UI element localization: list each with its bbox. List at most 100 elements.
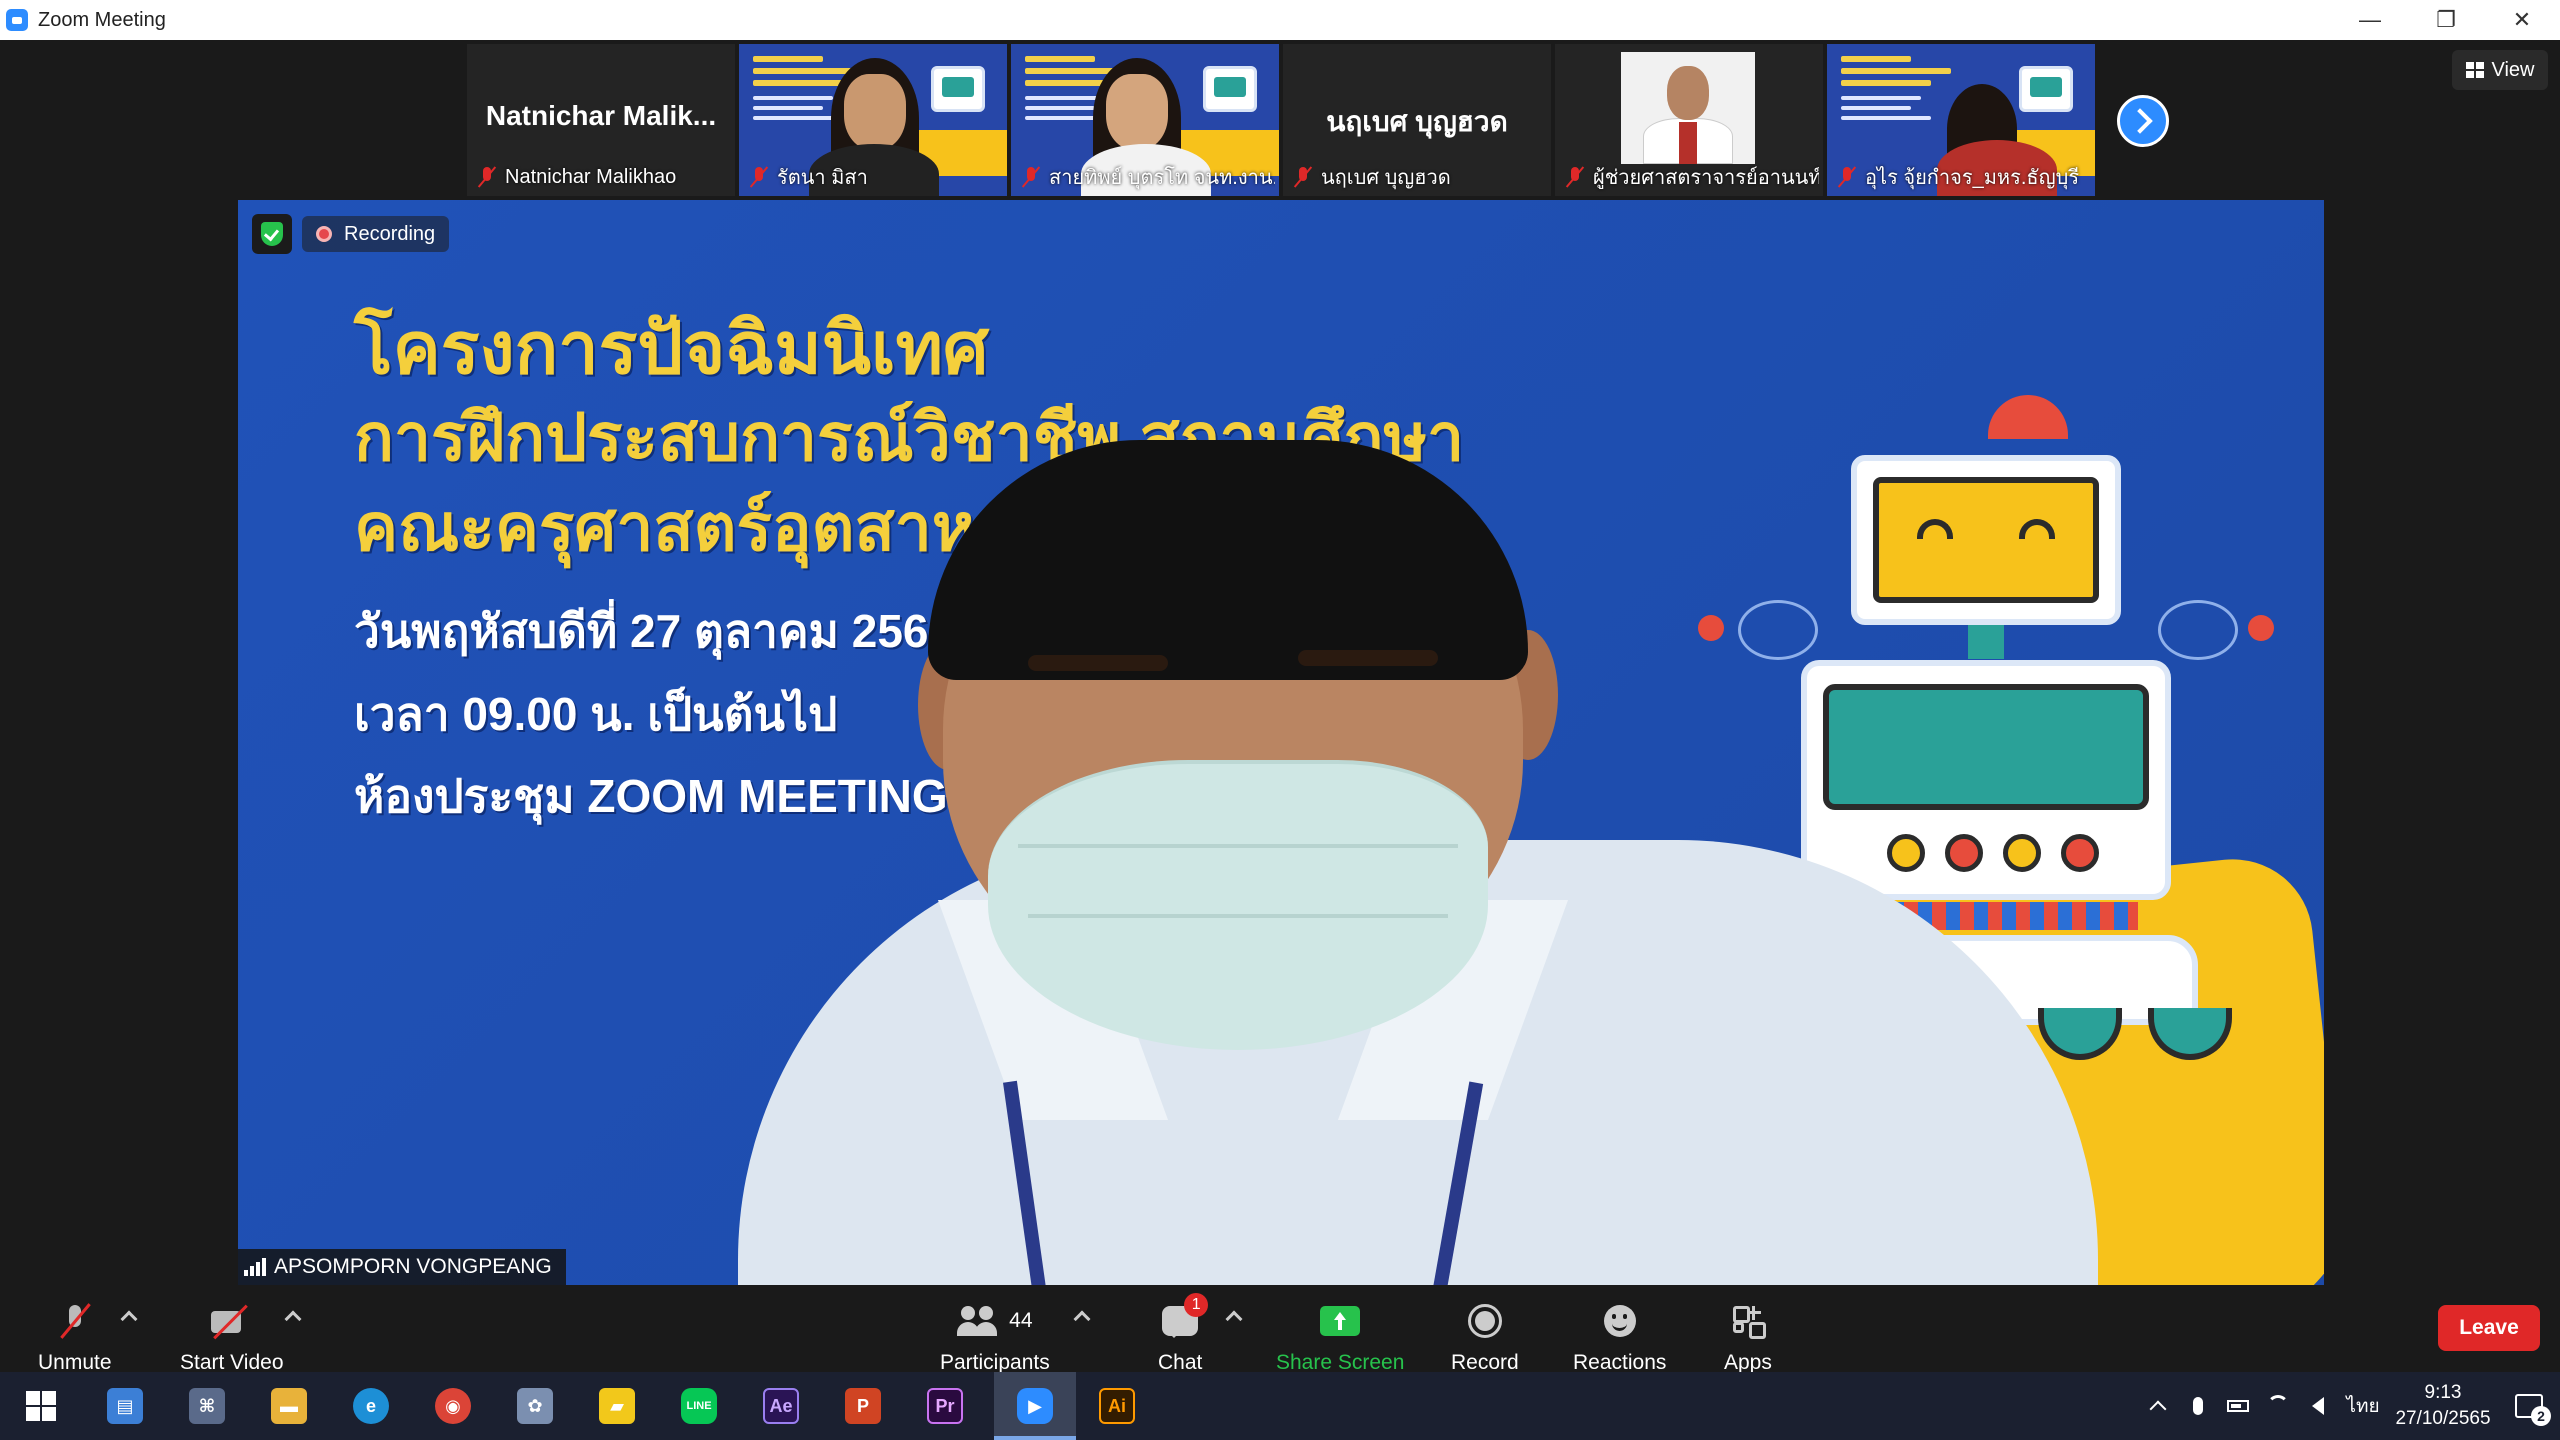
chevron-up-icon	[2149, 1400, 2167, 1418]
taskbar-app-7[interactable]: ✿	[494, 1372, 576, 1440]
chat-button[interactable]: 1 Chat	[1158, 1293, 1209, 1375]
apps-icon	[1732, 1306, 1766, 1339]
next-page-button[interactable]	[2117, 95, 2169, 147]
record-icon	[1467, 1304, 1502, 1338]
taskbar-clock[interactable]: 9:13 27/10/2565	[2388, 1380, 2498, 1432]
taskbar-app-edge[interactable]: e	[330, 1372, 412, 1440]
leave-button[interactable]: Leave	[2438, 1305, 2540, 1351]
participants-options-caret[interactable]	[1073, 1310, 1091, 1328]
taskbar-app-files[interactable]: ⌘	[166, 1372, 248, 1440]
participant-label: ผู้ช่วยศาสตราจารย์อานนท์...	[1559, 162, 1819, 192]
battery-icon	[2227, 1400, 2249, 1412]
participant-name: ผู้ช่วยศาสตราจารย์อานนท์...	[1593, 167, 1819, 189]
tray-battery[interactable]	[2218, 1372, 2258, 1440]
start-button[interactable]	[0, 1372, 82, 1440]
zoom-icon: ▶	[1017, 1388, 1053, 1424]
view-button-label: View	[2491, 58, 2535, 81]
minimize-button[interactable]: —	[2332, 0, 2408, 40]
taskbar-app-premiere[interactable]: Pr	[904, 1372, 986, 1440]
record-button[interactable]: Record	[1451, 1297, 1519, 1375]
notification-center-button[interactable]: 2	[2498, 1372, 2560, 1440]
sticky-notes-icon: ▰	[599, 1388, 635, 1424]
participants-button[interactable]: 44 Participants	[940, 1297, 1050, 1375]
tray-network[interactable]	[2258, 1372, 2298, 1440]
premiere-icon: Pr	[927, 1388, 963, 1424]
taskbar-app-powerpoint[interactable]: P	[822, 1372, 904, 1440]
line-icon: LINE	[681, 1388, 717, 1424]
tray-microphone[interactable]	[2178, 1372, 2218, 1440]
slide-detail-line: เวลา 09.00 น. เป็นต้นไป	[354, 688, 838, 740]
recording-indicator[interactable]: Recording	[302, 216, 450, 252]
participant-label: นฤเบศ บุญฮวด	[1287, 162, 1547, 192]
powerpoint-icon: P	[845, 1388, 881, 1424]
slide-title-line: คณะครุศาสตร์อุตสาหก	[354, 490, 1016, 564]
profile-photo	[1621, 52, 1755, 164]
share-screen-icon	[1320, 1306, 1361, 1336]
mic-muted-icon	[1565, 166, 1585, 188]
restore-button[interactable]: ❐	[2408, 0, 2484, 40]
show-hidden-icons-button[interactable]	[2138, 1372, 2178, 1440]
taskbar-app-line[interactable]: LINE	[658, 1372, 740, 1440]
illustrator-icon: Ai	[1099, 1388, 1135, 1424]
window-title: Zoom Meeting	[38, 8, 166, 31]
taskbar-app-illustrator[interactable]: Ai	[1076, 1372, 1158, 1440]
participant-label: Natnichar Malikhao	[471, 162, 731, 192]
participants-icon	[957, 1306, 999, 1336]
participants-count: 44	[1009, 1309, 1033, 1332]
participant-tile[interactable]: สายทิพย์ บุตรโท จนท.งาน...	[1011, 44, 1279, 196]
view-button[interactable]: View	[2452, 50, 2548, 90]
mic-muted-icon	[1021, 166, 1041, 188]
participant-tile[interactable]: นฤเบศ บุญฮวด นฤเบศ บุญฮวด	[1283, 44, 1551, 196]
mic-muted-icon	[749, 166, 769, 188]
participant-tile[interactable]: รัตนา มิสา	[739, 44, 1007, 196]
participant-name: Natnichar Malikhao	[505, 165, 677, 188]
files-icon: ⌘	[189, 1388, 225, 1424]
speaker-icon	[2312, 1397, 2324, 1415]
taskbar-app-after-effects[interactable]: Ae	[740, 1372, 822, 1440]
wifi-icon	[2267, 1395, 2289, 1417]
close-button[interactable]: ✕	[2484, 0, 2560, 40]
participant-tile[interactable]: Natnichar Malik... Natnichar Malikhao	[467, 44, 735, 196]
notification-count: 2	[2531, 1406, 2551, 1426]
taskbar-app-explorer[interactable]: ▬	[248, 1372, 330, 1440]
participant-display-name: Natnichar Malik...	[485, 100, 717, 131]
participant-thumbnails: Natnichar Malik... Natnichar Malikhao รั…	[467, 44, 2095, 196]
participant-label: รัตนา มิสา	[743, 162, 1003, 192]
encryption-shield-icon[interactable]	[252, 214, 292, 254]
chat-options-caret[interactable]	[1225, 1310, 1243, 1328]
meeting-area: Natnichar Malik... Natnichar Malikhao รั…	[0, 40, 2560, 1412]
input-language[interactable]: ไทย	[2338, 1372, 2388, 1440]
taskbar-app-sticky-notes[interactable]: ▰	[576, 1372, 658, 1440]
app-icon: ✿	[517, 1388, 553, 1424]
taskbar-app-chrome[interactable]: ◉	[412, 1372, 494, 1440]
window-titlebar: Zoom Meeting — ❐ ✕	[0, 0, 2560, 40]
audio-options-caret[interactable]	[120, 1310, 138, 1328]
participant-name: สายทิพย์ บุตรโท จนท.งาน...	[1049, 167, 1275, 189]
start-video-button[interactable]: Start Video	[180, 1297, 284, 1375]
chrome-icon: ◉	[435, 1388, 471, 1424]
participant-label: อุไร จุ้ยกำจร_มหร.ธัญบุรี	[1831, 162, 2091, 192]
windows-logo-icon	[26, 1391, 56, 1421]
speaker-name: APSOMPORN VONGPEANG	[274, 1255, 552, 1278]
tray-volume[interactable]	[2298, 1372, 2338, 1440]
video-options-caret[interactable]	[284, 1310, 302, 1328]
participant-tile[interactable]: ผู้ช่วยศาสตราจารย์อานนท์...	[1555, 44, 1823, 196]
face-mask	[988, 760, 1488, 1050]
active-speaker-video: โครงการปัจฉิมนิเทศ การฝึกประสบการณ์วิชาช…	[238, 200, 2324, 1285]
smiley-icon	[1603, 1305, 1636, 1337]
unmute-button[interactable]: Unmute	[38, 1297, 112, 1375]
participant-label: สายทิพย์ บุตรโท จนท.งาน...	[1015, 162, 1275, 192]
apps-button[interactable]: Apps	[1724, 1297, 1772, 1375]
system-tray: ไทย 9:13 27/10/2565 2	[2138, 1372, 2560, 1440]
mic-muted-icon	[477, 166, 497, 188]
share-screen-button[interactable]: Share Screen	[1276, 1297, 1404, 1375]
recording-label: Recording	[344, 222, 436, 245]
recording-dot-icon	[316, 226, 332, 242]
taskbar-app-news[interactable]: ▤	[84, 1372, 166, 1440]
gallery-grid-icon	[2465, 62, 2484, 78]
folder-icon: ▬	[271, 1388, 307, 1424]
participant-tile[interactable]: อุไร จุ้ยกำจร_มหร.ธัญบุรี	[1827, 44, 2095, 196]
participant-name: อุไร จุ้ยกำจร_มหร.ธัญบุรี	[1865, 167, 2080, 189]
reactions-button[interactable]: Reactions	[1573, 1297, 1666, 1375]
taskbar-app-zoom[interactable]: ▶	[994, 1372, 1076, 1440]
